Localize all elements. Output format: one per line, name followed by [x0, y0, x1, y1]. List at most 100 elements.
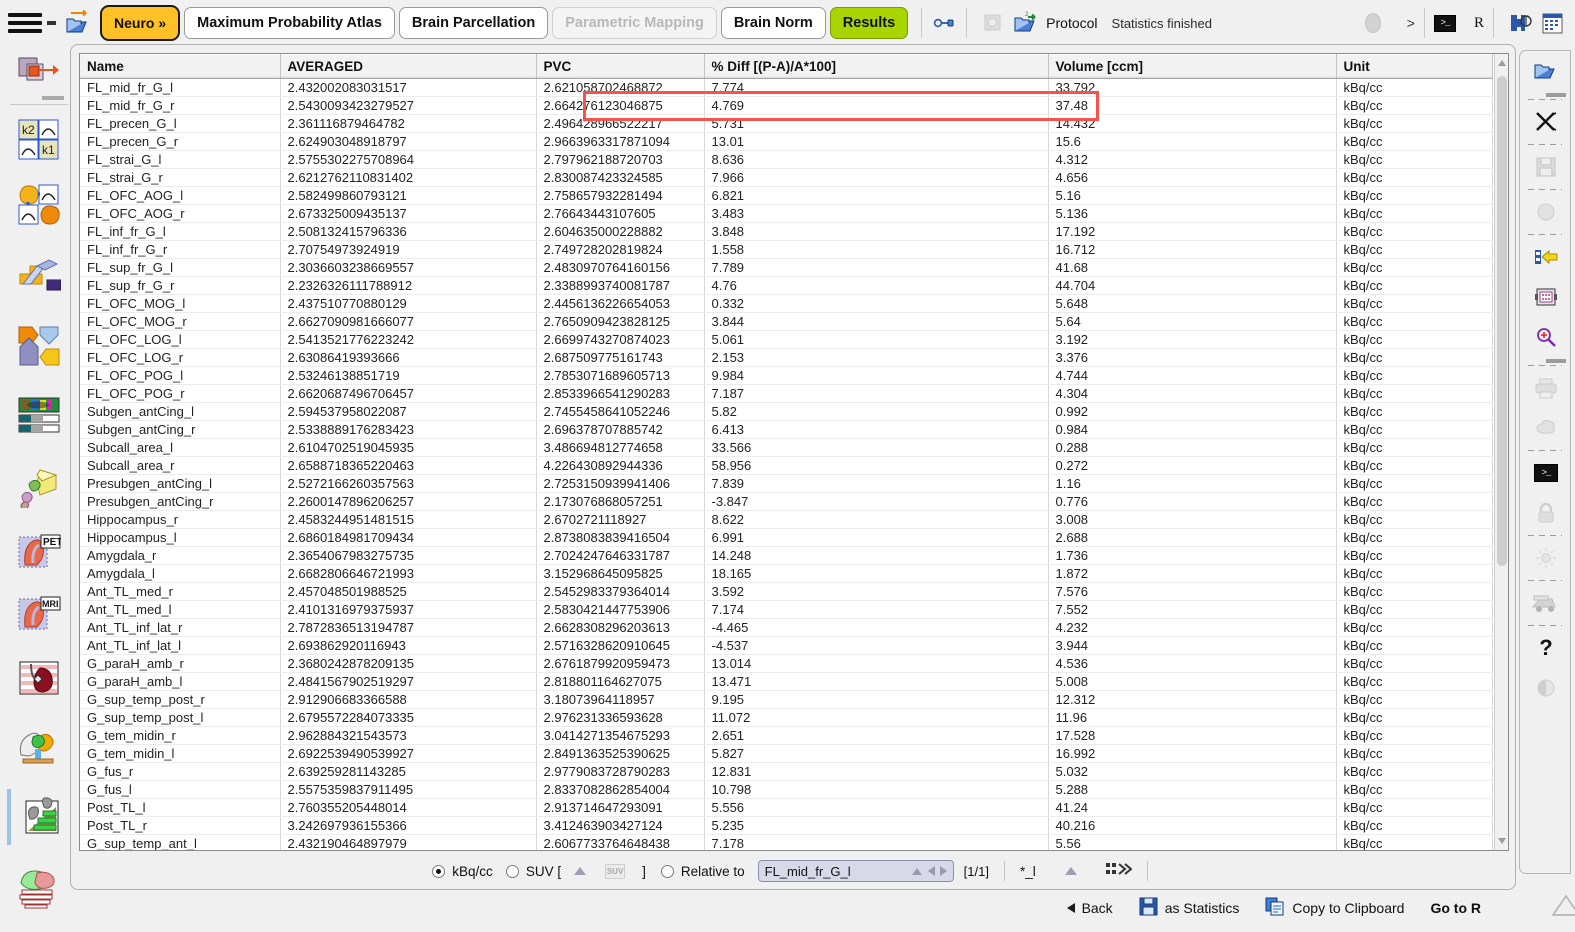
panel-icon-export-arrow[interactable]	[1520, 237, 1572, 277]
table-row[interactable]: G_sup_temp_post_r 2.912906683366588 3.1807…	[80, 690, 1493, 709]
panel-icon-shape-circle[interactable]	[1520, 192, 1572, 232]
table-row[interactable]: FL_OFC_LOG_r 2.63086419393666 2.6875097751…	[80, 348, 1493, 367]
panel-icon-capture-frame[interactable]	[1520, 277, 1572, 317]
column-header-name[interactable]: Name	[80, 54, 281, 79]
panel-icon-sun-brightness[interactable]	[1520, 538, 1572, 578]
terminal-icon[interactable]: >_	[1433, 14, 1456, 32]
panel-icon-open-folder[interactable]	[1520, 51, 1572, 91]
hamburger-menu-icon[interactable]	[8, 13, 42, 33]
panel-icon-save-disk[interactable]	[1520, 147, 1572, 187]
table-row[interactable]: Ant_TL_med_r 2.457048501988525 2.545298337…	[80, 582, 1493, 601]
expand-grid-icon[interactable]	[1105, 861, 1133, 882]
panel-minimize-dash-icon[interactable]	[1546, 93, 1566, 97]
radio-suv-label[interactable]: SUV [	[526, 864, 561, 879]
radio-kbq-label[interactable]: kBq/cc	[452, 864, 493, 879]
panel-icon-terminal[interactable]: >_	[1520, 453, 1572, 493]
sidebar-icon-statistics-trees[interactable]	[0, 781, 78, 853]
panel-icon-cut-scissors[interactable]	[1520, 102, 1572, 142]
table-row[interactable]: FL_strai_G_l 2.5755302275708964 2.79796218…	[80, 150, 1493, 169]
star-spinner-up-icon[interactable]	[1064, 867, 1077, 875]
plugin-icon[interactable]	[1503, 11, 1537, 35]
table-header-row[interactable]: Name AVERAGED PVC% Diff [(P-A)/A*100] Volum…	[80, 54, 1493, 79]
sidebar-icon-segmentation-layers[interactable]	[0, 853, 78, 925]
sidebar-icon-fusion-arrows[interactable]	[0, 311, 78, 381]
table-row[interactable]: G_paraH_amb_l 2.4841567902519297 2.8188011…	[80, 672, 1493, 691]
tab-brain-norm[interactable]: Brain Norm	[720, 7, 826, 39]
sidebar-icon-blob-parametric[interactable]	[0, 171, 78, 239]
region-next-icon[interactable]	[939, 866, 947, 876]
calendar-icon[interactable]	[1537, 11, 1569, 35]
sidebar-icon-color-table[interactable]	[0, 381, 78, 451]
table-row[interactable]: Subcall_area_r 2.6588718365220463 4.226430…	[80, 456, 1493, 475]
table-row[interactable]: FL_inf_fr_G_l 2.508132415796336 2.60463500…	[80, 222, 1493, 241]
table-row[interactable]: FL_OFC_AOG_l 2.582499860793121 2.758657932…	[80, 186, 1493, 205]
sidebar-icon-cardiac-flow[interactable]	[0, 647, 78, 709]
table-row[interactable]: Subgen_antCing_r 2.5338889176283423 2.6963…	[80, 420, 1493, 439]
table-row[interactable]: FL_sup_fr_G_r 2.2326326111788912 2.3388993…	[80, 276, 1493, 295]
table-row[interactable]: FL_strai_G_r 2.6212762110831402 2.83008742…	[80, 168, 1493, 187]
sidebar-icon-brain-neuro[interactable]	[0, 709, 78, 781]
suv-spinner-up-icon[interactable]	[574, 867, 587, 875]
table-row[interactable]: Post_TL_l 2.760355205448014 2.913714647293…	[80, 798, 1493, 817]
star-filter-label[interactable]: *_l	[1020, 864, 1036, 879]
table-row[interactable]: FL_OFC_POG_r 2.6620687496706457 2.85339665…	[80, 384, 1493, 403]
scroll-down-arrow-icon[interactable]	[1498, 838, 1506, 844]
table-row[interactable]: FL_mid_fr_G_l 2.432002083031517 2.62105870…	[80, 78, 1493, 97]
table-row[interactable]: G_sup_temp_post_l 2.6795572284073335 2.976…	[80, 708, 1493, 727]
column-header-pvc[interactable]: PVC	[536, 54, 705, 79]
panel-icon-print[interactable]	[1520, 368, 1572, 408]
scroll-up-arrow-icon[interactable]	[1498, 60, 1506, 66]
table-row[interactable]: Post_TL_r 3.242697936155366 3.412463903427…	[80, 816, 1493, 835]
region-select-up-icon[interactable]	[911, 867, 922, 875]
sidebar-icon-3d-rendering[interactable]	[0, 451, 78, 523]
table-row[interactable]: Presubgen_antCing_l 2.5272166260357563 2.7…	[80, 474, 1493, 493]
table-row[interactable]: Hippocampus_l 2.6860184981709434 2.8738083…	[80, 528, 1493, 547]
table-vertical-scrollbar[interactable]	[1494, 54, 1508, 850]
chevron-right-label[interactable]: >	[1407, 15, 1415, 31]
link-chain-icon[interactable]	[931, 16, 957, 30]
tab-maximum-probability-atlas[interactable]: Maximum Probability Atlas	[184, 7, 395, 39]
table-row[interactable]: FL_precen_G_r 2.624903048918797 2.96639633…	[80, 132, 1493, 151]
results-table-container[interactable]: Name AVERAGED PVC% Diff [(P-A)/A*100] Volum…	[79, 53, 1509, 851]
copy-to-clipboard-button[interactable]: Copy to Clipboard	[1265, 897, 1404, 919]
table-row[interactable]: Amygdala_r 2.3654067983275735 2.7024247646…	[80, 546, 1493, 565]
radio-kbq[interactable]	[432, 864, 446, 878]
sidebar-icon-kinetic-modeling[interactable]	[0, 46, 78, 96]
table-row[interactable]: FL_mid_fr_G_r 2.5430093423279527 2.6642761…	[80, 96, 1493, 115]
left-minimize-dash-icon[interactable]	[42, 96, 64, 100]
table-row[interactable]: G_fus_r 2.639259281143285 2.97790837287902…	[80, 762, 1493, 781]
save-as-statistics-button[interactable]: as Statistics	[1139, 897, 1239, 919]
table-row[interactable]: FL_sup_fr_G_l 2.3036603238669557 2.4830970…	[80, 258, 1493, 277]
table-row[interactable]: G_sup_temp_ant_l 2.432190464897979 2.60677…	[80, 834, 1493, 850]
sidebar-icon-motion-correction[interactable]	[0, 239, 78, 311]
sidebar-icon-k2-k1-parametric[interactable]: k2 k1	[0, 109, 78, 171]
column-header-unit[interactable]: Unit	[1336, 54, 1493, 79]
panel-icon-contrast[interactable]	[1520, 668, 1572, 708]
table-row[interactable]: Ant_TL_inf_lat_r 2.7872836513194787 2.6628…	[80, 618, 1493, 637]
table-row[interactable]: Hippocampus_r 2.4583244951481515 2.6702721…	[80, 510, 1493, 529]
table-row[interactable]: Ant_TL_med_l 2.4101316979375937 2.58304214…	[80, 600, 1493, 619]
table-row[interactable]: FL_OFC_MOG_l 2.437510770880129 2.445613622…	[80, 294, 1493, 313]
panel-icon-help[interactable]: ?	[1520, 628, 1572, 668]
table-row[interactable]: FL_OFC_POG_l 2.53246138851719 2.7853071689…	[80, 366, 1493, 385]
sidebar-icon-pet-cardiac[interactable]: PET	[0, 523, 78, 585]
panel-icon-lock[interactable]	[1520, 493, 1572, 533]
column-header-volume[interactable]: Volume [ccm]	[1048, 54, 1337, 79]
back-button[interactable]: Back	[1066, 900, 1113, 916]
panel-icon-annotation-cloud[interactable]	[1520, 408, 1572, 448]
column-header-diff[interactable]: % Diff [(P-A)/A*100]	[704, 54, 1049, 79]
settings-gear-icon[interactable]	[976, 12, 1010, 34]
table-row[interactable]: FL_OFC_LOG_l 2.5413521776223242 2.66997432…	[80, 330, 1493, 349]
table-row[interactable]: G_paraH_amb_r 2.3680242878209135 2.6761879…	[80, 654, 1493, 673]
table-row[interactable]: FL_OFC_MOG_r 2.6627090981666077 2.76509094…	[80, 312, 1493, 331]
table-row[interactable]: G_tem_midin_r 2.962884321543573 3.04142713…	[80, 726, 1493, 745]
column-header-averaged[interactable]: AVERAGED	[280, 54, 537, 79]
table-row[interactable]: G_tem_midin_l 2.6922539490539927 2.8491363…	[80, 744, 1493, 763]
table-row[interactable]: Subcall_area_l 2.6104702519045935 3.486694…	[80, 438, 1493, 457]
region-select[interactable]: FL_mid_fr_G_l	[757, 860, 954, 882]
minimize-dash-icon[interactable]	[42, 21, 60, 25]
panel-icon-zoom-in[interactable]	[1520, 317, 1572, 357]
protocol-label[interactable]: Protocol	[1046, 15, 1097, 31]
protocol-folder-icon[interactable]: 2	[1010, 11, 1042, 35]
table-row[interactable]: Amygdala_l 2.6682806646721993 3.1529686450…	[80, 564, 1493, 583]
